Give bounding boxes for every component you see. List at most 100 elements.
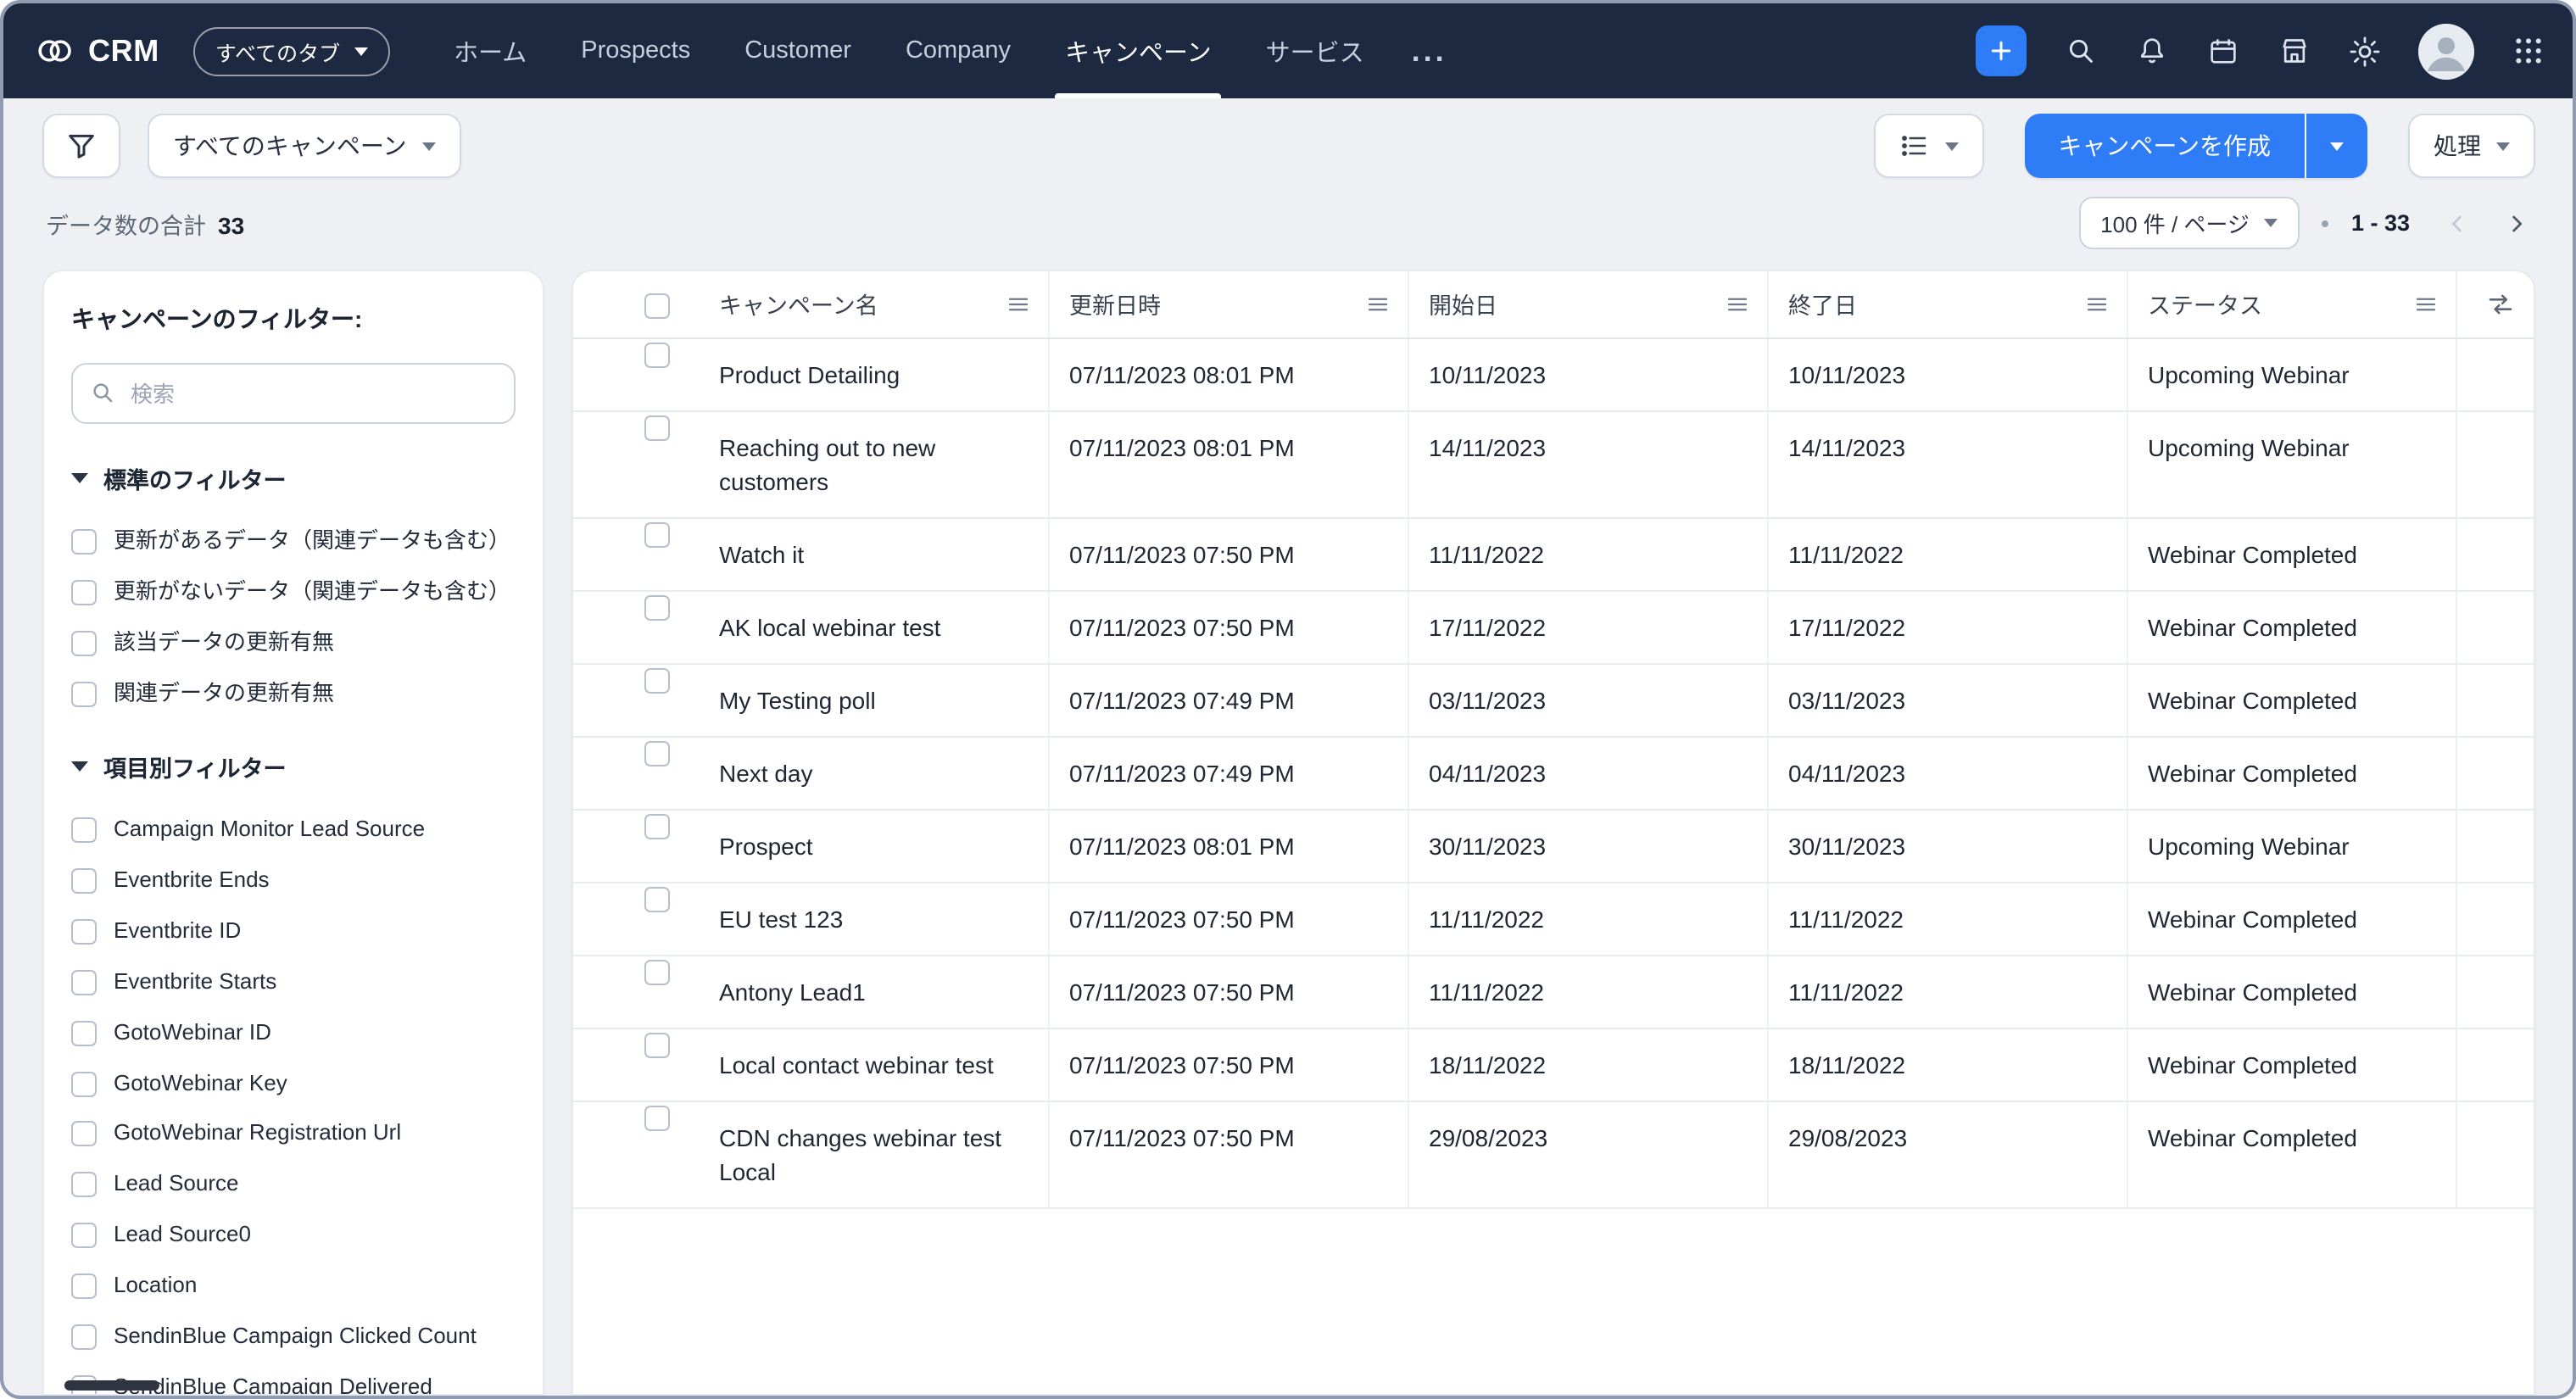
filter-item[interactable]: GotoWebinar Registration Url [71,1110,516,1161]
filter-checkbox[interactable] [71,1021,97,1046]
calendar-icon[interactable] [2205,33,2240,69]
campaign-name-link[interactable]: Antony Lead1 [719,978,866,1005]
nav-tab-customer[interactable]: Customer [717,3,878,98]
filter-checkbox[interactable] [71,1122,97,1147]
table-row[interactable]: EU test 123 07/11/2023 07:50 PM 11/11/20… [573,882,2535,955]
table-row[interactable]: CDN changes webinar test Local 07/11/202… [573,1101,2535,1207]
create-campaign-button[interactable]: キャンペーンを作成 [2024,114,2305,178]
campaign-name-link[interactable]: Product Detailing [719,360,900,387]
filter-checkbox[interactable] [71,818,97,844]
row-checkbox[interactable] [644,886,670,911]
search-icon[interactable] [2062,33,2098,69]
next-page-button[interactable] [2498,204,2535,242]
table-row[interactable]: Product Detailing 07/11/2023 08:01 PM 10… [573,337,2535,410]
filter-item[interactable]: Eventbrite Ends [71,856,516,907]
campaign-name-link[interactable]: Reaching out to new customers [719,433,935,494]
table-row[interactable]: Local contact webinar test 07/11/2023 07… [573,1028,2535,1101]
nav-tab-company[interactable]: Company [878,3,1038,98]
filter-item[interactable]: Lead Source0 [71,1211,516,1262]
filter-item[interactable]: 更新があるデータ（関連データも含む） [71,517,516,568]
filter-item[interactable]: Eventbrite ID [71,907,516,958]
filter-checkbox[interactable] [71,1274,97,1299]
column-menu-icon[interactable] [1005,292,1030,317]
gear-icon[interactable] [2347,33,2383,69]
table-row[interactable]: Next day 07/11/2023 07:49 PM 04/11/2023 … [573,736,2535,809]
list-view-dropdown[interactable] [1873,114,1983,178]
col-header-campaign-name[interactable]: キャンペーン名 [699,271,1048,337]
scrollbar-thumb[interactable] [64,1380,159,1391]
campaign-name-link[interactable]: AK local webinar test [719,613,940,640]
row-checkbox[interactable] [644,1105,670,1130]
col-header-updated[interactable]: 更新日時 [1048,271,1408,337]
row-checkbox[interactable] [644,1032,670,1057]
filter-item[interactable]: GotoWebinar ID [71,1009,516,1060]
filter-checkbox[interactable] [71,868,97,894]
filter-checkbox[interactable] [71,630,97,655]
filter-checkbox[interactable] [71,1223,97,1248]
nav-more-button[interactable]: ... [1391,33,1468,69]
table-row[interactable]: AK local webinar test 07/11/2023 07:50 P… [573,590,2535,663]
filter-item[interactable]: Campaign Monitor Lead Source [71,806,516,857]
filter-item[interactable]: 該当データの更新有無 [71,618,516,669]
column-menu-icon[interactable] [2083,292,2109,317]
filter-checkbox[interactable] [71,970,97,995]
select-all-checkbox[interactable] [644,293,670,319]
table-row[interactable]: My Testing poll 07/11/2023 07:49 PM 03/1… [573,663,2535,736]
nav-tab-campaigns[interactable]: キャンペーン [1038,3,1239,98]
field-filter-section-toggle[interactable]: 項目別フィルター [71,750,516,784]
per-page-dropdown[interactable]: 100 件 / ページ [2078,197,2300,249]
filter-search-input[interactable] [71,363,516,424]
actions-dropdown[interactable]: 処理 [2408,114,2535,178]
col-header-status[interactable]: ステータス [2127,271,2456,337]
row-checkbox[interactable] [644,342,670,367]
row-checkbox[interactable] [644,813,670,839]
table-row[interactable]: Antony Lead1 07/11/2023 07:50 PM 11/11/2… [573,955,2535,1028]
table-row[interactable]: Prospect 07/11/2023 08:01 PM 30/11/2023 … [573,809,2535,882]
quick-create-button[interactable] [1976,25,2027,76]
campaign-name-link[interactable]: Watch it [719,540,804,567]
filter-item[interactable]: SendinBlue Campaign Delivered [71,1363,516,1396]
filter-item[interactable]: Eventbrite Starts [71,958,516,1009]
filter-checkbox[interactable] [71,919,97,945]
row-checkbox[interactable] [644,415,670,440]
campaign-name-link[interactable]: My Testing poll [719,686,876,713]
filter-button[interactable] [42,114,120,178]
filter-item[interactable]: Lead Source [71,1161,516,1212]
column-menu-icon[interactable] [2412,292,2438,317]
apps-grid-icon[interactable] [2510,33,2545,69]
create-campaign-caret[interactable] [2306,114,2367,178]
all-tabs-dropdown[interactable]: すべてのタブ [193,26,389,75]
view-selector-dropdown[interactable]: すべてのキャンペーン [148,114,461,178]
filter-item[interactable]: 更新がないデータ（関連データも含む） [71,568,516,619]
filter-item[interactable]: Location [71,1262,516,1313]
filter-item[interactable]: SendinBlue Campaign Clicked Count [71,1313,516,1363]
store-icon[interactable] [2276,33,2311,69]
column-menu-icon[interactable] [1724,292,1749,317]
table-row[interactable]: Reaching out to new customers 07/11/2023… [573,410,2535,517]
filter-checkbox[interactable] [71,529,97,555]
column-menu-icon[interactable] [1364,292,1390,317]
filter-checkbox[interactable] [71,1173,97,1198]
row-checkbox[interactable] [644,740,670,766]
campaign-name-link[interactable]: EU test 123 [719,905,843,932]
standard-filter-section-toggle[interactable]: 標準のフィルター [71,461,516,495]
user-avatar[interactable] [2418,23,2474,79]
row-checkbox[interactable] [644,667,670,693]
filter-checkbox[interactable] [71,1071,97,1096]
filter-checkbox[interactable] [71,1324,97,1350]
prev-page-button[interactable] [2439,204,2476,242]
row-checkbox[interactable] [644,594,670,620]
campaign-name-link[interactable]: CDN changes webinar test Local [719,1123,1001,1184]
brand-logo-icon[interactable] [34,31,75,71]
campaign-name-link[interactable]: Local contact webinar test [719,1051,994,1078]
filter-item[interactable]: 関連データの更新有無 [71,669,516,720]
column-customize-icon[interactable] [2486,290,2515,319]
row-checkbox[interactable] [644,521,670,547]
filter-checkbox[interactable] [71,580,97,605]
nav-tab-prospects[interactable]: Prospects [554,3,717,98]
row-checkbox[interactable] [644,959,670,984]
nav-tab-home[interactable]: ホーム [427,3,554,98]
col-header-end-date[interactable]: 終了日 [1767,271,2127,337]
nav-tab-services[interactable]: サービス [1239,3,1391,98]
filter-checkbox[interactable] [71,681,97,706]
